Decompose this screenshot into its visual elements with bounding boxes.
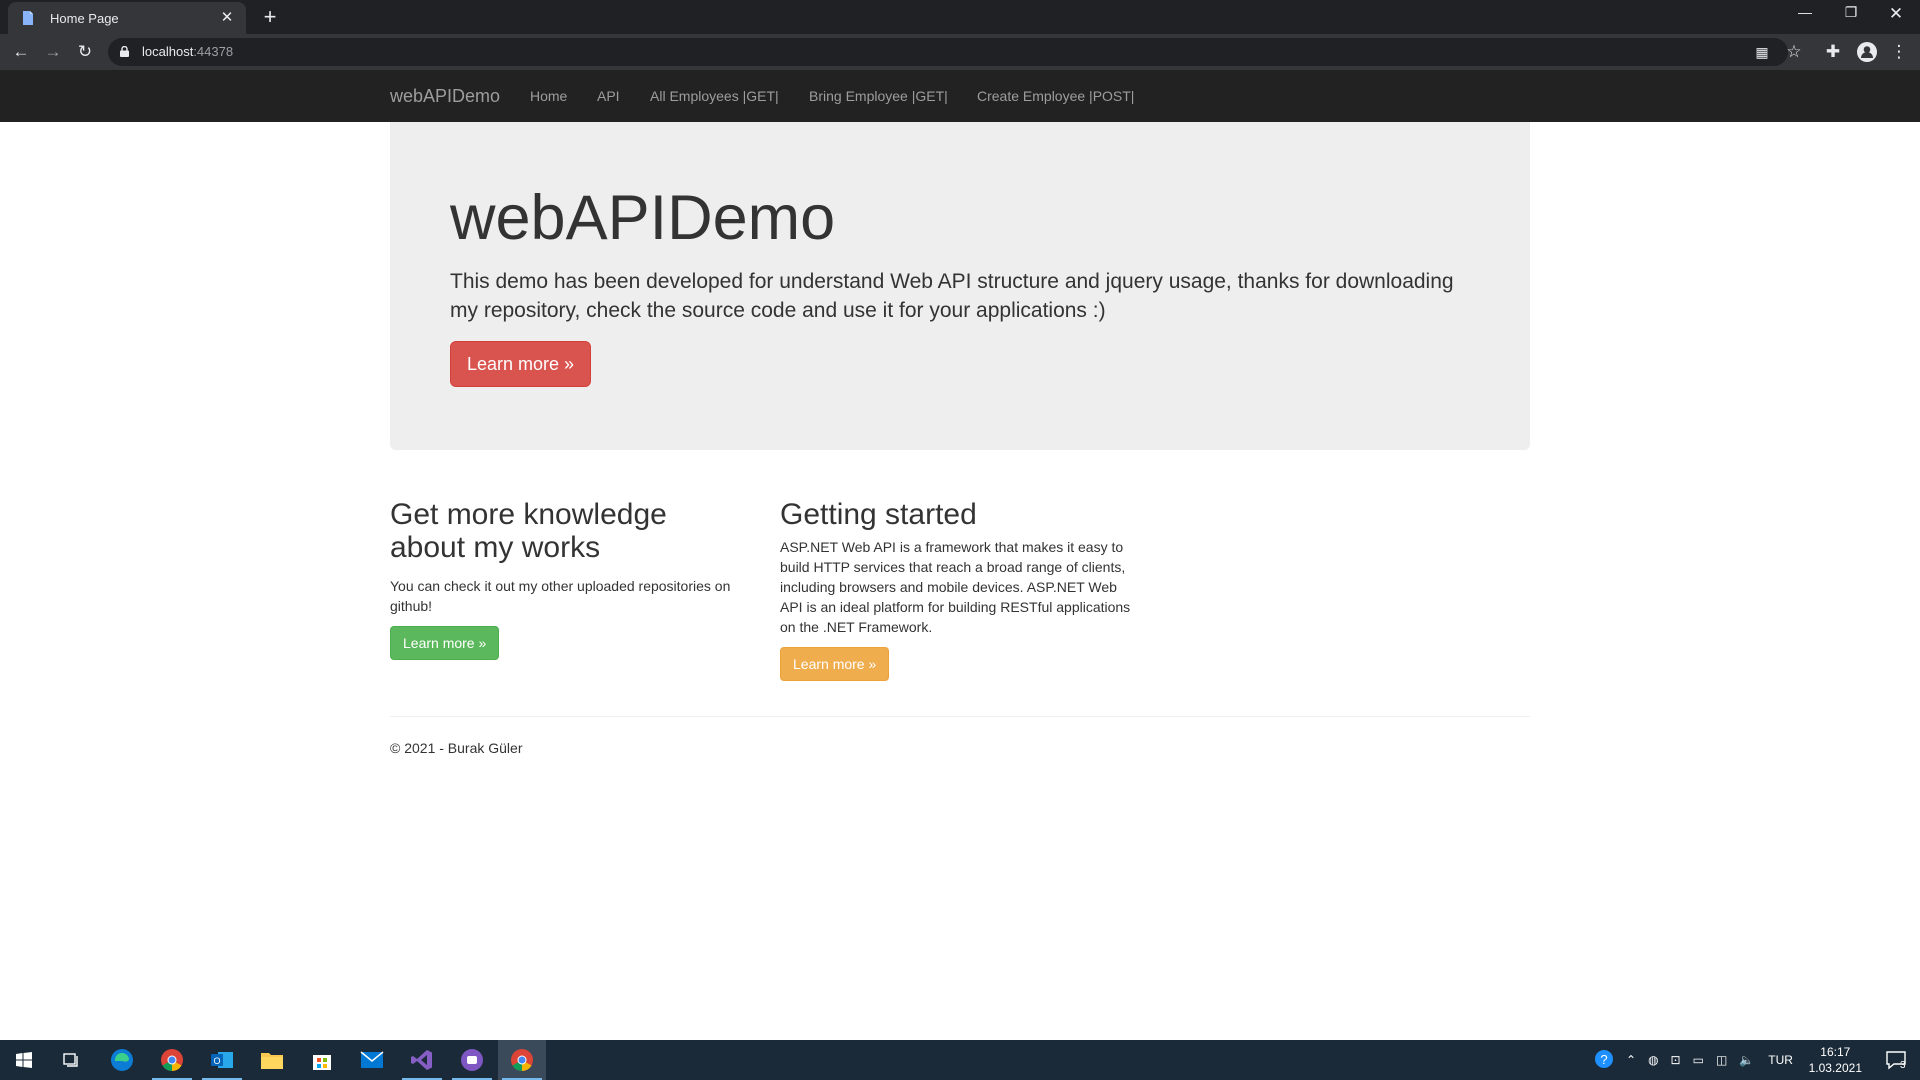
clock-time: 16:17 <box>1820 1045 1851 1059</box>
navbar-brand[interactable]: webAPIDemo <box>390 86 500 107</box>
nav-link-api[interactable]: API <box>597 88 620 104</box>
url-text: localhost:44378 <box>142 44 234 59</box>
forward-button[interactable]: → <box>42 42 64 62</box>
file-explorer-icon[interactable] <box>248 1040 296 1080</box>
edge-icon[interactable] <box>98 1040 146 1080</box>
task-view-icon[interactable] <box>48 1040 96 1080</box>
qr-code-icon[interactable]: ▦ <box>1751 42 1773 62</box>
notification-center-icon[interactable]: 3 <box>1872 1040 1920 1080</box>
learn-more-aspnet-button[interactable]: Learn more » <box>780 647 890 681</box>
site-navbar: webAPIDemo Home API All Employees |GET| … <box>0 70 1920 122</box>
new-tab-button[interactable]: + <box>258 5 282 29</box>
lock-icon <box>120 46 129 57</box>
windows-taskbar: O ? ⌃ ◍ ⊡ ▭ ◫ 🔈 TUR 16:17 1.03.2021 3 <box>0 1040 1920 1080</box>
browser-tab[interactable]: Home Page ✕ <box>8 2 246 34</box>
bookmark-star-icon[interactable]: ☆ <box>1783 42 1805 62</box>
address-bar[interactable]: localhost:44378 <box>108 38 1788 66</box>
usb-icon[interactable]: ⊡ <box>1671 1053 1681 1067</box>
nav-link-all-employees[interactable]: All Employees |GET| <box>650 88 779 104</box>
back-button[interactable]: ← <box>10 42 32 62</box>
reload-button[interactable]: ↻ <box>74 42 96 62</box>
battery-icon[interactable]: ▭ <box>1693 1053 1704 1067</box>
svg-text:?: ? <box>1600 1052 1607 1067</box>
volume-icon[interactable]: 🔈 <box>1739 1053 1754 1067</box>
close-tab-icon[interactable]: ✕ <box>218 9 236 27</box>
minimize-button[interactable]: — <box>1790 4 1820 20</box>
jumbotron: webAPIDemo This demo has been developed … <box>390 122 1530 450</box>
page-title: webAPIDemo <box>450 183 836 253</box>
column-getting-started: Getting started ASP.NET Web API is a fra… <box>780 498 1140 681</box>
windows-start-icon[interactable] <box>0 1040 48 1080</box>
nav-link-home[interactable]: Home <box>530 88 567 104</box>
network-icon[interactable]: ◍ <box>1648 1053 1658 1067</box>
document-icon <box>23 11 33 25</box>
column-heading: Get more knowledge about my works <box>390 498 667 564</box>
column-heading: Getting started <box>780 498 977 531</box>
wifi-icon[interactable]: ◫ <box>1716 1053 1727 1067</box>
chevron-up-icon[interactable]: ⌃ <box>1626 1053 1636 1067</box>
column-text: ASP.NET Web API is a framework that make… <box>780 539 1131 635</box>
nav-link-create-employee[interactable]: Create Employee |POST| <box>977 88 1134 104</box>
nav-link-bring-employee[interactable]: Bring Employee |GET| <box>809 88 948 104</box>
close-window-button[interactable]: ✕ <box>1881 4 1911 24</box>
restore-button[interactable]: ❐ <box>1836 4 1866 21</box>
store-icon[interactable] <box>298 1040 346 1080</box>
footer-divider <box>390 716 1530 717</box>
column-knowledge: Get more knowledge about my works You ca… <box>390 498 750 660</box>
tab-title: Home Page <box>50 10 119 26</box>
chrome-icon[interactable] <box>148 1040 196 1080</box>
svg-text:O: O <box>213 1056 220 1066</box>
app-icon[interactable] <box>448 1040 496 1080</box>
extensions-icon[interactable]: ✚ <box>1822 42 1844 62</box>
footer-text: © 2021 - Burak Güler <box>390 740 523 756</box>
language-indicator[interactable]: TUR <box>1768 1053 1793 1067</box>
column-text: You can check it out my other uploaded r… <box>390 578 731 614</box>
chrome-active-icon[interactable] <box>498 1040 546 1080</box>
outlook-icon[interactable]: O <box>198 1040 246 1080</box>
help-icon[interactable]: ? <box>1594 1049 1614 1072</box>
clock[interactable]: 16:17 1.03.2021 <box>1809 1044 1862 1076</box>
browser-toolbar: ← → ↻ localhost:44378 ▦ ☆ ✚ ⋮ <box>0 34 1920 70</box>
lead-text: This demo has been developed for underst… <box>450 270 1454 322</box>
menu-dots-icon[interactable]: ⋮ <box>1888 42 1910 62</box>
clock-date: 1.03.2021 <box>1808 1061 1862 1075</box>
visual-studio-icon[interactable] <box>398 1040 446 1080</box>
notification-count: 3 <box>1900 1060 1906 1071</box>
learn-more-github-button[interactable]: Learn more » <box>390 626 500 660</box>
browser-tabstrip: Home Page ✕ + — ❐ ✕ <box>0 0 1920 34</box>
profile-icon[interactable] <box>1856 42 1878 62</box>
system-tray: ? ⌃ ◍ ⊡ ▭ ◫ 🔈 TUR <box>1594 1040 1793 1080</box>
mail-icon[interactable] <box>348 1040 396 1080</box>
learn-more-primary-button[interactable]: Learn more » <box>450 341 591 387</box>
